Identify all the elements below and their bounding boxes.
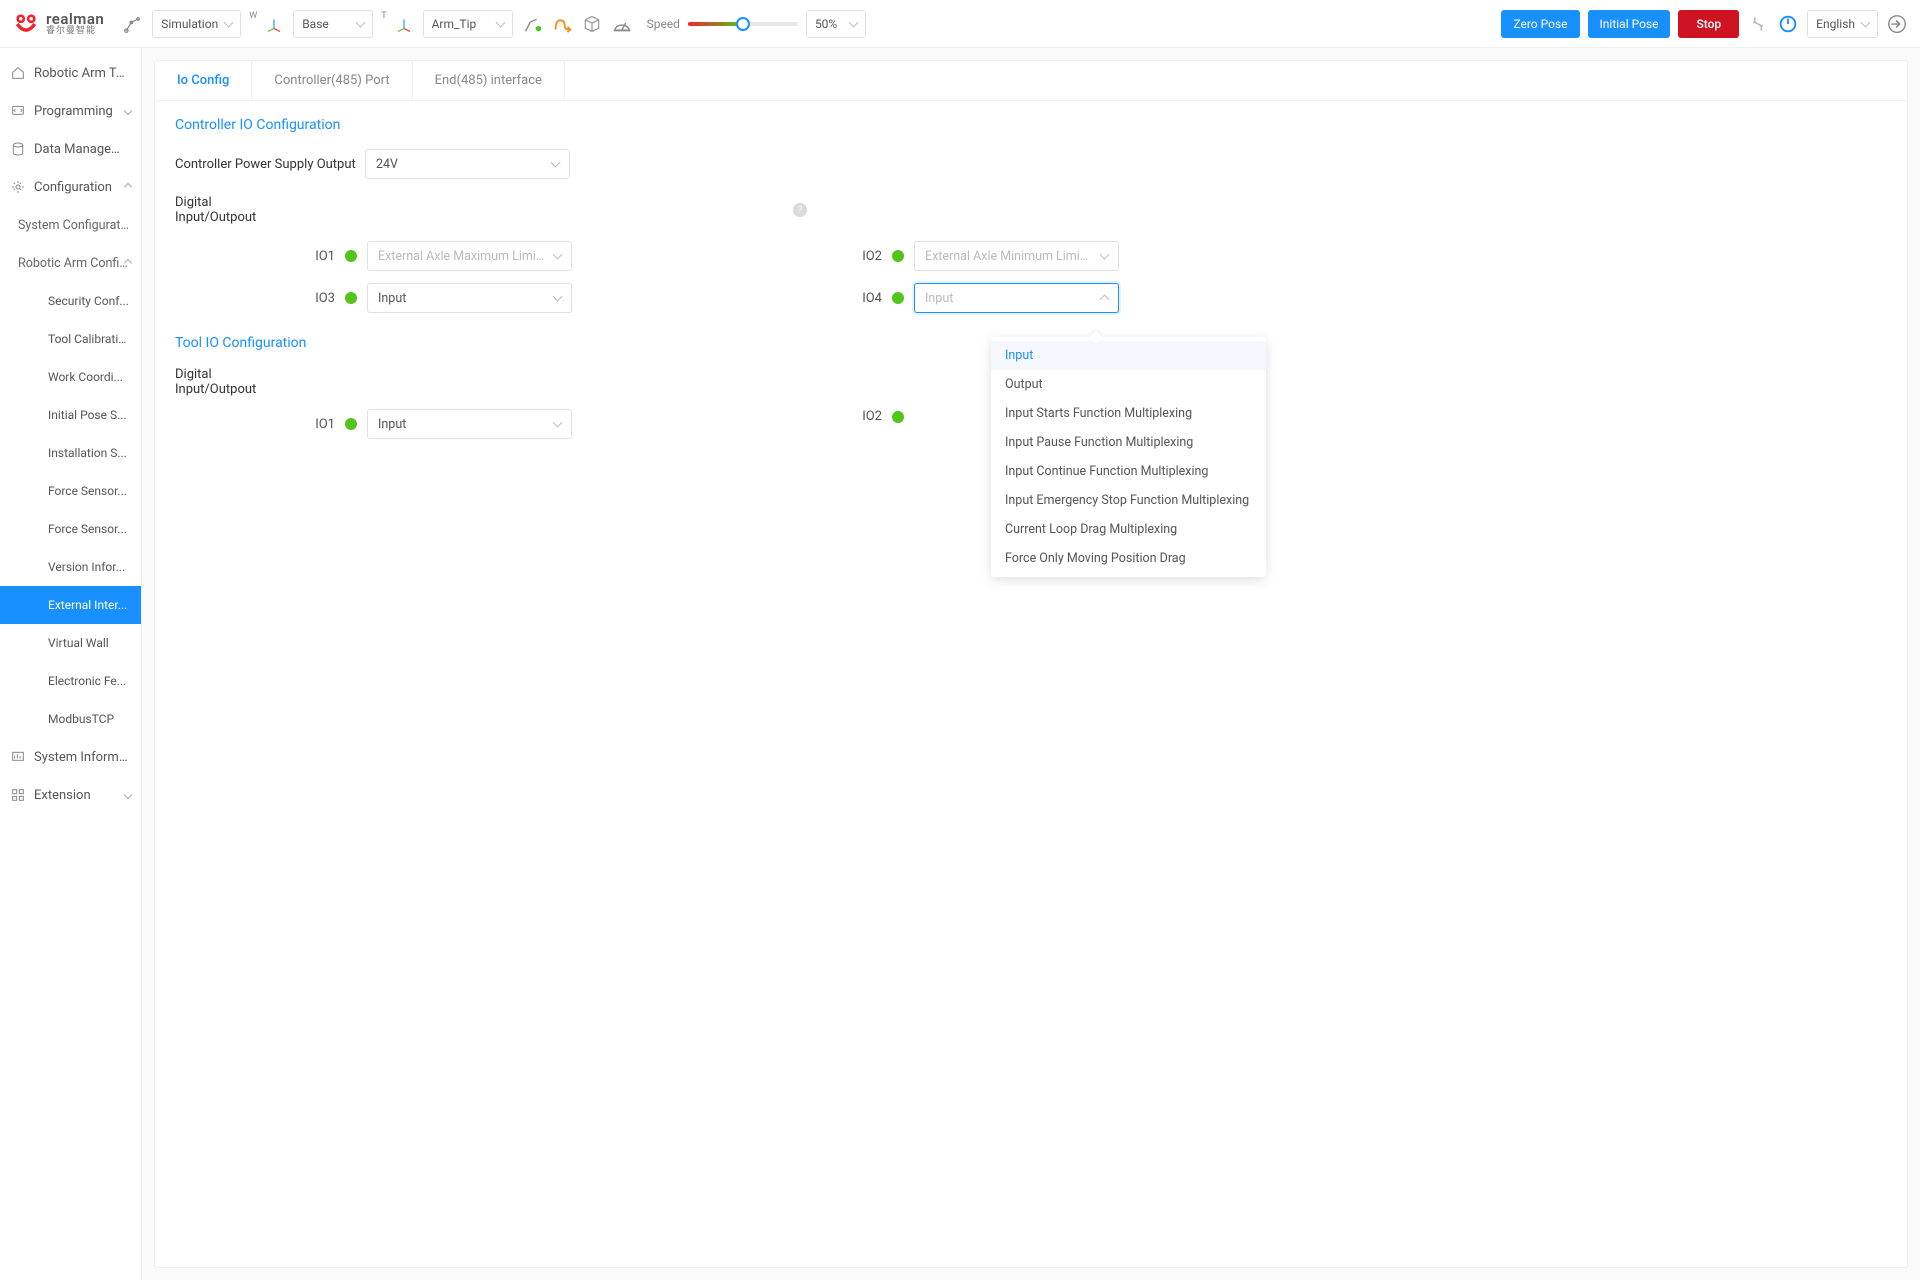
dropdown-item-4[interactable]: Input Continue Function Multiplexing bbox=[991, 457, 1266, 486]
speed-label: Speed bbox=[647, 17, 680, 31]
io2-status-dot bbox=[892, 250, 904, 262]
tool-io1-label: IO1 bbox=[305, 417, 335, 432]
io2-label: IO2 bbox=[852, 249, 882, 264]
dropdown-item-3[interactable]: Input Pause Function Multiplexing bbox=[991, 428, 1266, 457]
logo: realman 睿尔曼智能 bbox=[12, 10, 104, 38]
content: Io Config Controller(485) Port End(485) … bbox=[142, 48, 1920, 1280]
sidebar-item-teach[interactable]: Robotic Arm Tea... bbox=[0, 54, 141, 92]
zero-pose-button[interactable]: Zero Pose bbox=[1501, 10, 1579, 38]
dropdown-item-6[interactable]: Current Loop Drag Multiplexing bbox=[991, 515, 1266, 544]
sidebar-item-arm-11[interactable]: ModbusTCP bbox=[0, 700, 141, 738]
sidebar-item-arm-2[interactable]: Work Coordi... bbox=[0, 358, 141, 396]
sidebar-item-extension[interactable]: Extension bbox=[0, 776, 141, 814]
dropdown-item-0[interactable]: Input bbox=[991, 341, 1266, 370]
digital-label: Digital Input/Outpout bbox=[175, 195, 290, 225]
tool-digital-label: Digital Input/Outpout bbox=[175, 367, 290, 397]
initial-pose-button[interactable]: Initial Pose bbox=[1588, 10, 1671, 38]
tool-frame-icon bbox=[393, 13, 415, 35]
sidebar-item-arm-7[interactable]: Version Infor... bbox=[0, 548, 141, 586]
sidebar-item-arm-9[interactable]: Virtual Wall bbox=[0, 624, 141, 662]
sidebar-item-arm-8[interactable]: External Inter... bbox=[0, 586, 141, 624]
controller-io-title: Controller IO Configuration bbox=[175, 117, 1887, 133]
power-select[interactable]: 24V bbox=[365, 149, 570, 179]
io1-status-dot bbox=[345, 250, 357, 262]
tab-io-config[interactable]: Io Config bbox=[155, 61, 252, 100]
sidebar-item-system-config[interactable]: System Configuration bbox=[0, 206, 141, 244]
sidebar-item-programming[interactable]: Programming bbox=[0, 92, 141, 130]
path-icon[interactable] bbox=[551, 13, 573, 35]
sidebar-item-system-info[interactable]: System Informat... bbox=[0, 738, 141, 776]
gauge-icon[interactable] bbox=[611, 13, 633, 35]
io1-label: IO1 bbox=[305, 249, 335, 264]
io4-select[interactable]: Input bbox=[914, 283, 1119, 313]
dropdown-item-7[interactable]: Force Only Moving Position Drag bbox=[991, 544, 1266, 573]
tool-io1-status-dot bbox=[345, 418, 357, 430]
io4-label: IO4 bbox=[852, 291, 882, 306]
sidebar-item-configuration[interactable]: Configuration bbox=[0, 168, 141, 206]
io3-select[interactable]: Input bbox=[367, 283, 572, 313]
sidebar-item-arm-5[interactable]: Force Sensor... bbox=[0, 472, 141, 510]
teach-icon[interactable] bbox=[521, 13, 543, 35]
io2-select[interactable]: External Axle Minimum Limit Dr... bbox=[914, 241, 1119, 271]
sidebar: Robotic Arm Tea... Programming Data Mana… bbox=[0, 48, 142, 1280]
io1-select[interactable]: External Axle Maximum Limit Dr... bbox=[367, 241, 572, 271]
sidebar-item-arm-4[interactable]: Installation S... bbox=[0, 434, 141, 472]
sidebar-item-arm-0[interactable]: Security Conf... bbox=[0, 282, 141, 320]
stop-button[interactable]: Stop bbox=[1678, 10, 1739, 38]
tabs: Io Config Controller(485) Port End(485) … bbox=[155, 61, 1907, 101]
speed-control[interactable]: Speed 50% bbox=[647, 10, 866, 38]
connection-icon[interactable] bbox=[1747, 13, 1769, 35]
tab-controller-485[interactable]: Controller(485) Port bbox=[252, 61, 412, 100]
dropdown-item-5[interactable]: Input Emergency Stop Function Multiplexi… bbox=[991, 486, 1266, 515]
mode-select[interactable]: Simulation bbox=[152, 10, 241, 38]
sidebar-item-arm-1[interactable]: Tool Calibration bbox=[0, 320, 141, 358]
power-label: Controller Power Supply Output bbox=[175, 157, 365, 172]
io4-status-dot bbox=[892, 292, 904, 304]
io3-status-dot bbox=[345, 292, 357, 304]
help-icon[interactable]: ? bbox=[793, 203, 807, 217]
tab-end-485[interactable]: End(485) interface bbox=[413, 61, 565, 100]
sidebar-item-arm-10[interactable]: Electronic Fe... bbox=[0, 662, 141, 700]
base-select[interactable]: Base bbox=[293, 10, 373, 38]
sidebar-item-arm-6[interactable]: Force Sensor... bbox=[0, 510, 141, 548]
logout-icon[interactable] bbox=[1886, 13, 1908, 35]
tool-select[interactable]: Arm_Tip bbox=[423, 10, 513, 38]
dropdown-item-2[interactable]: Input Starts Function Multiplexing bbox=[991, 399, 1266, 428]
io4-dropdown[interactable]: InputOutputInput Starts Function Multipl… bbox=[991, 337, 1266, 577]
tool-io2-status-dot bbox=[892, 411, 904, 423]
cube-icon[interactable] bbox=[581, 13, 603, 35]
header: realman 睿尔曼智能 Simulation W Base T Arm_Ti… bbox=[0, 0, 1920, 48]
dropdown-item-1[interactable]: Output bbox=[991, 370, 1266, 399]
sidebar-item-arm-config[interactable]: Robotic Arm Config... bbox=[0, 244, 141, 282]
power-icon[interactable] bbox=[1777, 13, 1799, 35]
arm-icon bbox=[122, 13, 144, 35]
sidebar-item-data[interactable]: Data Management bbox=[0, 130, 141, 168]
tool-io1-select[interactable]: Input bbox=[367, 409, 572, 439]
tool-io2-label: IO2 bbox=[852, 409, 882, 424]
io3-label: IO3 bbox=[305, 291, 335, 306]
base-frame-icon bbox=[263, 13, 285, 35]
logo-icon bbox=[12, 10, 40, 38]
language-select[interactable]: English bbox=[1807, 10, 1878, 38]
sidebar-item-arm-3[interactable]: Initial Pose S... bbox=[0, 396, 141, 434]
